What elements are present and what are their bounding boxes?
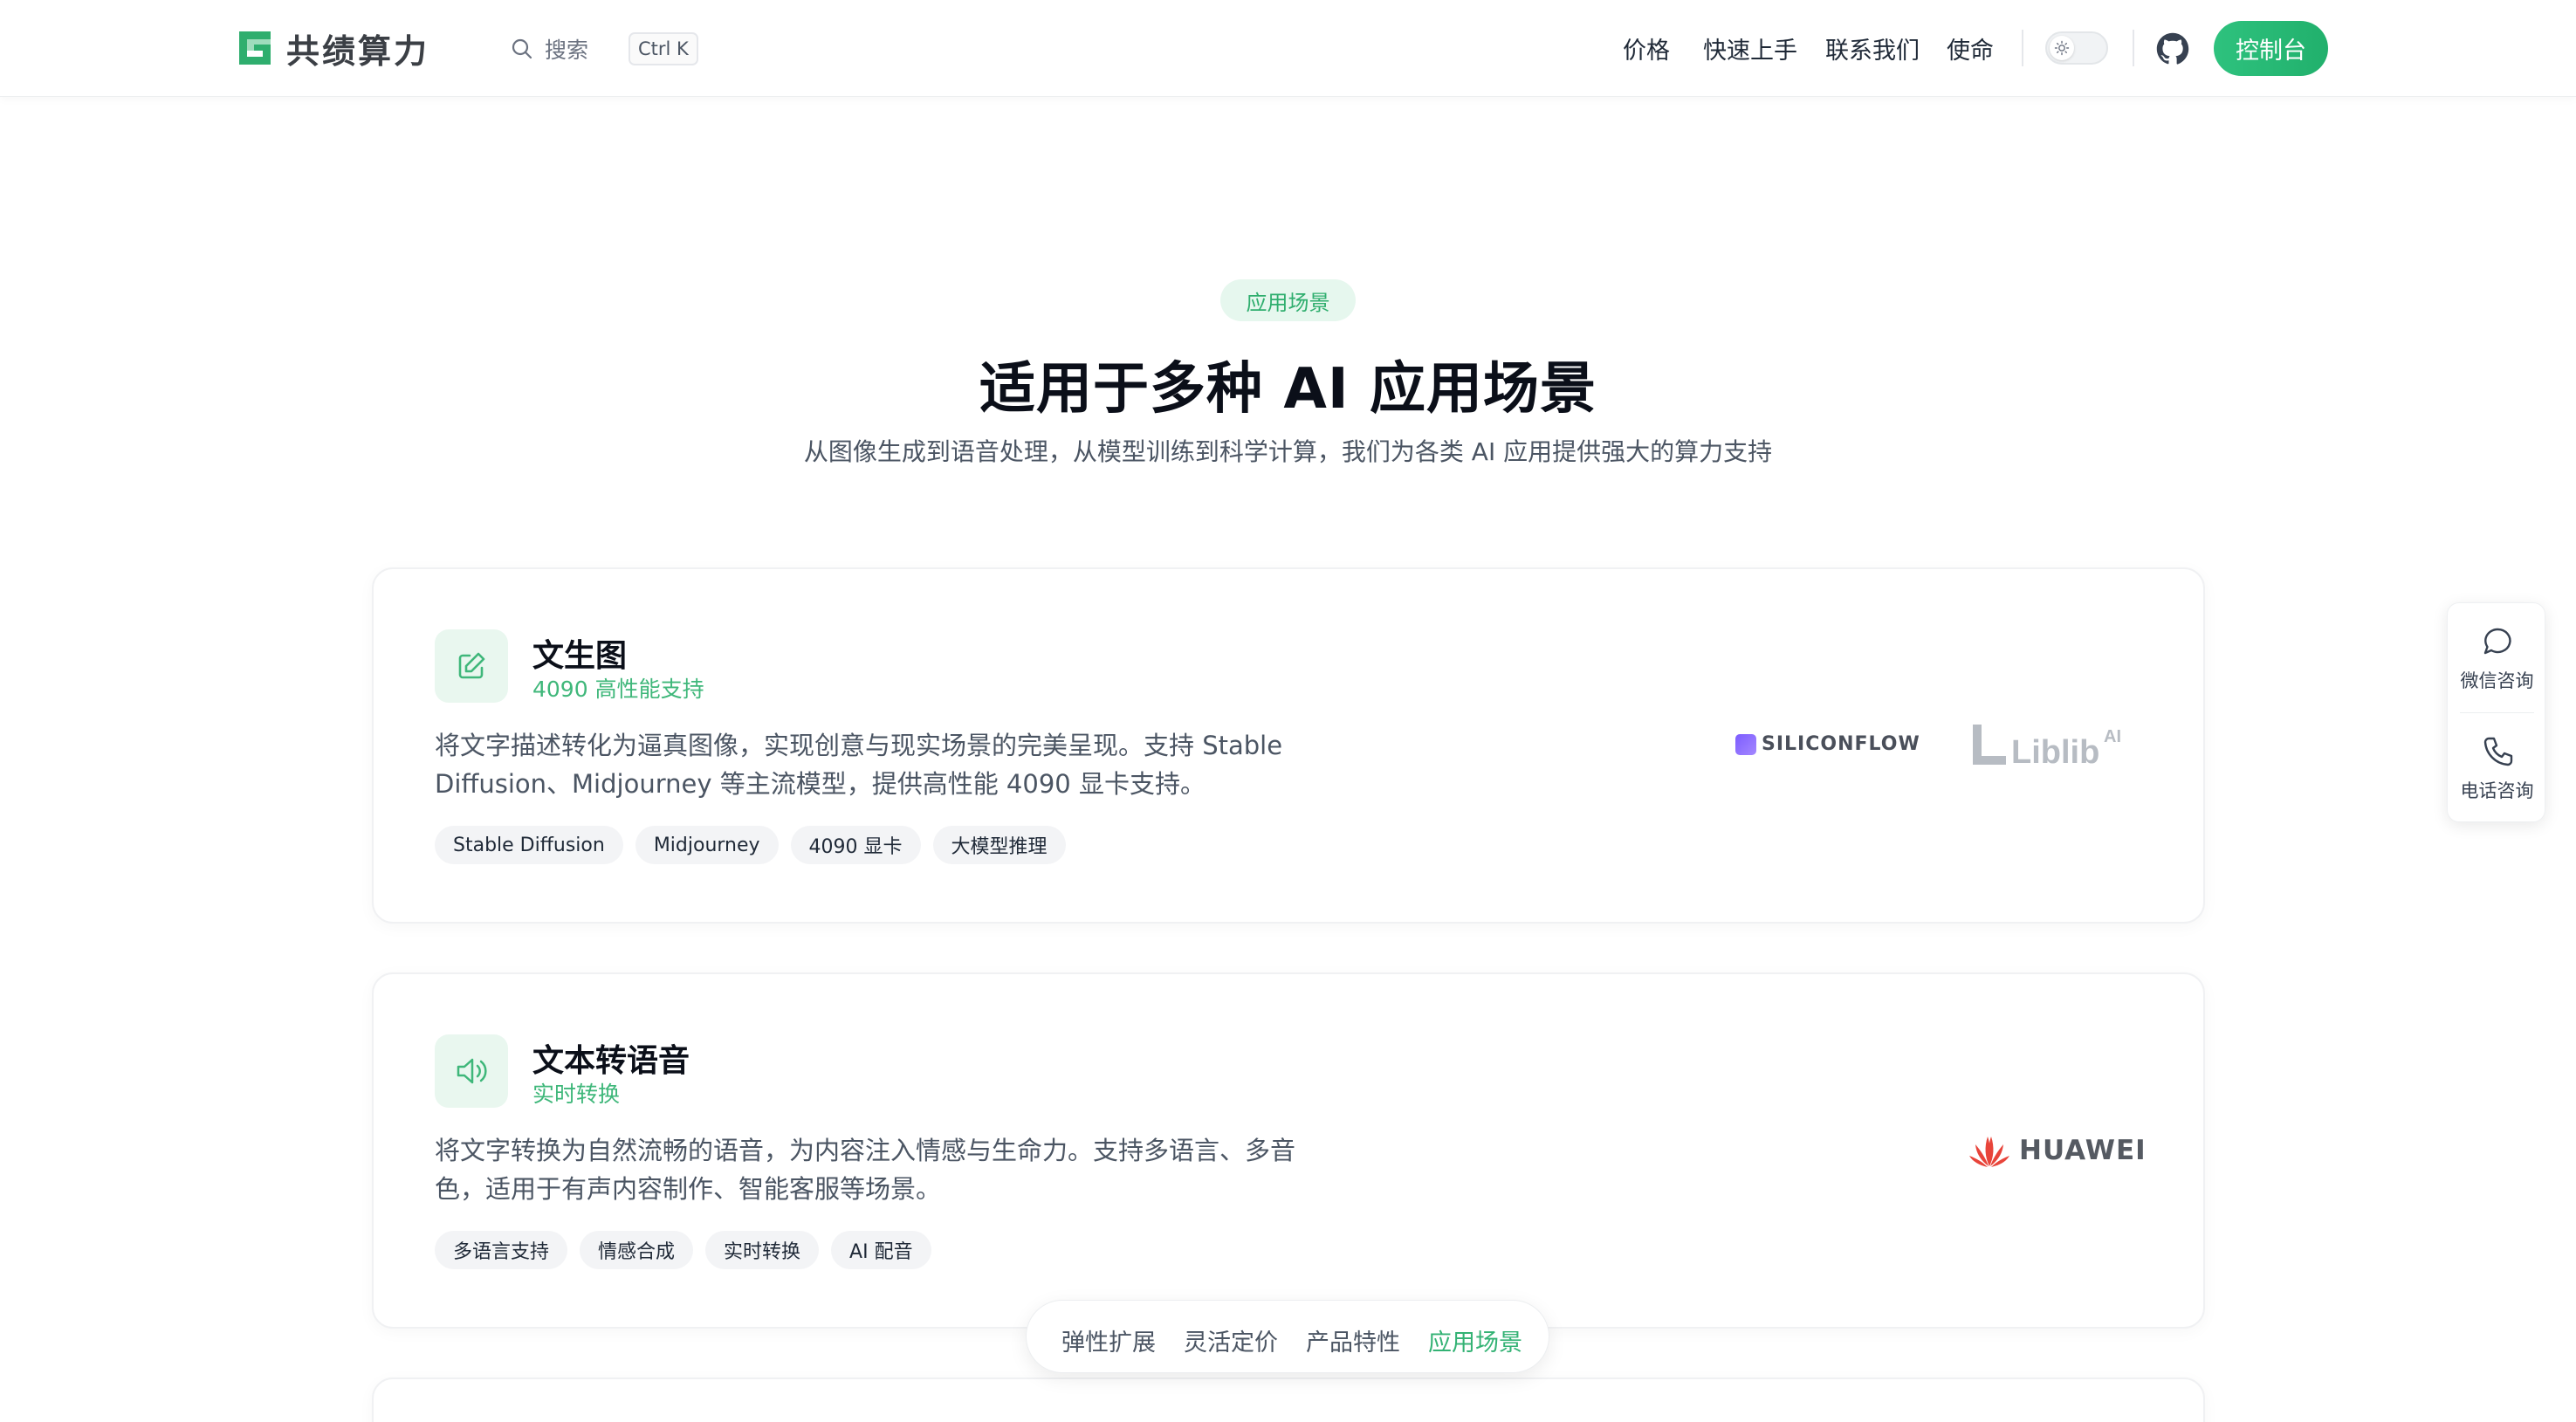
- svg-text:Liblib: Liblib: [2011, 734, 2099, 768]
- use-case-card: [372, 1377, 2205, 1422]
- tag: Stable Diffusion: [435, 826, 623, 864]
- card-title: 文本转语音: [532, 1043, 690, 1079]
- brand-mark-icon: [239, 31, 271, 65]
- top-header: 共绩算力 搜索 Ctrl K 价格 快速上手 联系我们 使命 控制台: [0, 0, 2576, 97]
- use-case-card-text-to-speech: 文本转语音 实时转换 将文字转换为自然流畅的语音，为内容注入情感与生命力。支持多…: [372, 972, 2205, 1329]
- search-trigger[interactable]: 搜索 Ctrl K: [510, 30, 698, 68]
- brand-name: 共绩算力: [286, 31, 430, 71]
- tag: 情感合成: [580, 1231, 694, 1269]
- nav-quickstart[interactable]: 快速上手: [1703, 31, 1797, 65]
- huawei-petal-icon: [1969, 1137, 2009, 1167]
- float-nav-elastic-scaling[interactable]: 弹性扩展: [1061, 1323, 1156, 1357]
- card-icon-wrapper: [435, 629, 508, 703]
- tag: 4090 显卡: [790, 826, 921, 864]
- section-float-nav: 弹性扩展 灵活定价 产品特性 应用场景: [1026, 1300, 1549, 1373]
- contact-side-panel: 微信咨询 电话咨询: [2447, 602, 2545, 822]
- tag: 多语言支持: [435, 1231, 568, 1269]
- speaker-icon: [457, 1058, 487, 1084]
- side-item-label: 电话咨询: [2460, 780, 2534, 801]
- nav-contact[interactable]: 联系我们: [1825, 31, 1920, 65]
- nav-divider: [2022, 30, 2023, 66]
- card-subtitle: 4090 高性能支持: [532, 677, 704, 702]
- side-item-label: 微信咨询: [2460, 670, 2534, 691]
- float-nav-flexible-pricing[interactable]: 灵活定价: [1184, 1323, 1278, 1357]
- tag: Midjourney: [635, 826, 779, 864]
- tag-list: 多语言支持 情感合成 实时转换 AI 配音: [435, 1231, 944, 1269]
- partner-name: HUAWEI: [2019, 1135, 2147, 1166]
- float-nav-product-features[interactable]: 产品特性: [1306, 1323, 1400, 1357]
- phone-consult-button[interactable]: 电话咨询: [2448, 713, 2546, 823]
- tag: 大模型推理: [932, 826, 1066, 864]
- partner-logo-liblib: Liblib AI: [1973, 725, 2121, 768]
- console-button[interactable]: 控制台: [2214, 21, 2328, 76]
- partner-name: SILICONFLOW: [1762, 733, 1920, 755]
- edit-icon: [458, 652, 485, 679]
- card-subtitle: 实时转换: [532, 1082, 621, 1107]
- section-title: 适用于多种 AI 应用场景: [979, 357, 1597, 422]
- partner-logo-siliconflow: SILICONFLOW: [1735, 733, 1920, 755]
- nav-mission[interactable]: 使命: [1947, 31, 1994, 65]
- nav-divider: [2133, 30, 2134, 66]
- tag: 实时转换: [705, 1231, 820, 1269]
- card-title: 文生图: [532, 638, 628, 674]
- sun-icon: [2054, 40, 2070, 56]
- theme-toggle-knob: [2050, 36, 2074, 60]
- siliconflow-mark-icon: [1735, 733, 1756, 755]
- wechat-consult-button[interactable]: 微信咨询: [2448, 603, 2546, 713]
- card-description: 将文字转换为自然流畅的语音，为内容注入情感与生命力。支持多语言、多音色，适用于有…: [435, 1136, 1296, 1204]
- brand-logo[interactable]: 共绩算力: [236, 26, 430, 71]
- search-label: 搜索: [545, 38, 589, 63]
- svg-text:AI: AI: [2104, 727, 2121, 746]
- theme-toggle[interactable]: [2045, 31, 2108, 65]
- partner-logo-huawei: HUAWEI: [1967, 1131, 2147, 1170]
- float-nav-use-cases[interactable]: 应用场景: [1428, 1323, 1522, 1357]
- search-icon: [512, 38, 532, 59]
- section-badge: 应用场景: [1220, 279, 1356, 321]
- card-description: 将文字描述转化为逼真图像，实现创意与现实场景的完美呈现。支持 Stable Di…: [435, 731, 1283, 799]
- use-case-card-text-to-image: 文生图 4090 高性能支持 将文字描述转化为逼真图像，实现创意与现实场景的完美…: [372, 567, 2205, 924]
- search-shortcut-badge: Ctrl K: [629, 32, 698, 65]
- phone-icon: [2483, 737, 2512, 766]
- chat-bubble-icon: [2483, 628, 2511, 655]
- github-icon[interactable]: [2156, 32, 2189, 65]
- tag: AI 配音: [831, 1231, 931, 1269]
- card-icon-wrapper: [435, 1034, 508, 1108]
- nav-pricing[interactable]: 价格: [1623, 31, 1670, 65]
- section-subtitle: 从图像生成到语音处理，从模型训练到科学计算，我们为各类 AI 应用提供强大的算力…: [803, 437, 1773, 466]
- tag-list: Stable Diffusion Midjourney 4090 显卡 大模型推…: [435, 826, 1078, 864]
